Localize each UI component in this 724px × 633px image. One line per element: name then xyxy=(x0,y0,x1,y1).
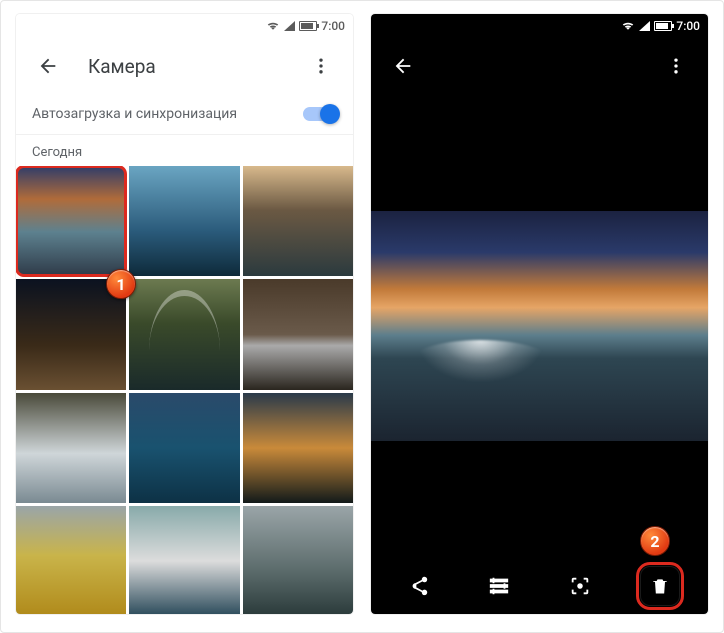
photo-thumb[interactable] xyxy=(16,506,126,614)
clock-text: 7:00 xyxy=(321,19,345,33)
photo-thumb[interactable] xyxy=(243,506,353,614)
lens-icon[interactable] xyxy=(560,566,600,606)
edit-icon[interactable] xyxy=(479,566,519,606)
status-bar: 7:00 xyxy=(16,14,353,38)
photo-thumb[interactable] xyxy=(129,279,239,389)
battery-icon xyxy=(299,21,317,31)
phone-right: 7:00 xyxy=(371,14,708,614)
photo-thumb[interactable] xyxy=(16,166,126,276)
photo-thumb[interactable] xyxy=(243,393,353,503)
photo-thumb[interactable] xyxy=(16,279,126,389)
battery-icon xyxy=(654,21,672,31)
app-bar: Камера xyxy=(16,38,353,94)
photo-full xyxy=(371,211,708,441)
page-title: Камера xyxy=(88,55,281,78)
more-icon[interactable] xyxy=(301,46,341,86)
delete-icon[interactable] xyxy=(640,566,680,606)
viewer-bottom-bar xyxy=(371,558,708,614)
photo-thumb[interactable] xyxy=(243,166,353,276)
sync-toggle[interactable] xyxy=(303,107,337,121)
back-icon[interactable] xyxy=(28,46,68,86)
signal-icon xyxy=(639,21,650,31)
callout-badge-1: 1 xyxy=(106,269,136,299)
photo-thumb[interactable] xyxy=(16,393,126,503)
photo-thumb[interactable] xyxy=(129,166,239,276)
more-icon[interactable] xyxy=(656,46,696,86)
wifi-icon xyxy=(266,19,280,33)
photo-viewer[interactable] xyxy=(371,94,708,558)
sync-label: Автозагрузка и синхронизация xyxy=(32,106,303,122)
share-icon[interactable] xyxy=(399,566,439,606)
back-icon[interactable] xyxy=(383,46,423,86)
signal-icon xyxy=(284,21,295,31)
photo-grid xyxy=(16,166,353,614)
section-today-label: Сегодня xyxy=(16,135,353,166)
photo-thumb[interactable] xyxy=(243,279,353,389)
status-bar: 7:00 xyxy=(371,14,708,38)
callout-badge-2: 2 xyxy=(640,526,670,556)
phone-left: 7:00 Камера Автозагрузка и синхронизация… xyxy=(16,14,353,614)
clock-text: 7:00 xyxy=(676,19,700,33)
wifi-icon xyxy=(621,19,635,33)
viewer-app-bar xyxy=(371,38,708,94)
photo-thumb[interactable] xyxy=(129,393,239,503)
sync-row[interactable]: Автозагрузка и синхронизация xyxy=(16,94,353,135)
photo-thumb[interactable] xyxy=(129,506,239,614)
